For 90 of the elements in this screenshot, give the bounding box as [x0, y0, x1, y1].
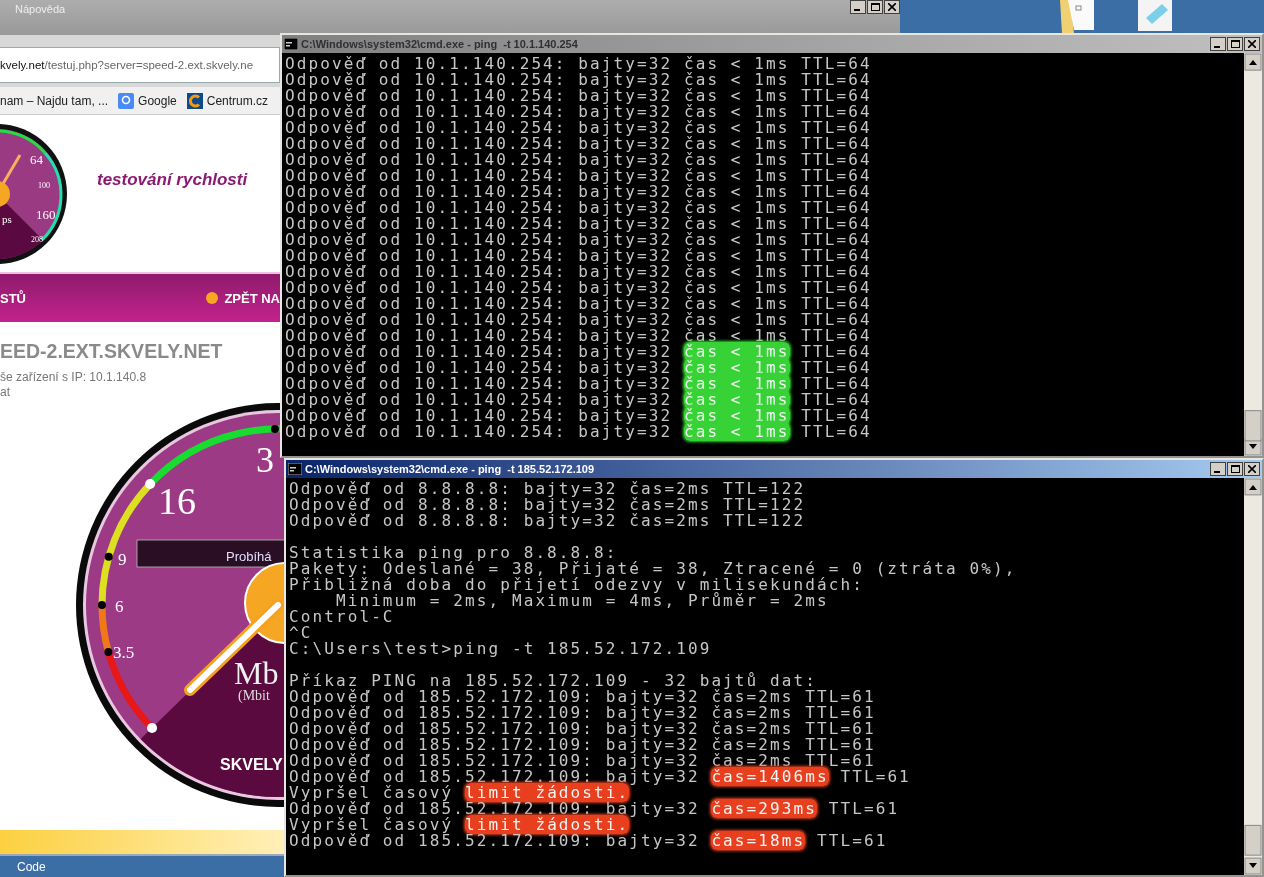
maximize-button[interactable] — [1227, 462, 1243, 476]
status-text: Probíhá — [226, 549, 272, 564]
scale-label: 3.5 — [113, 643, 135, 662]
bookmark-link[interactable]: Google — [138, 93, 177, 108]
maximize-button[interactable] — [1227, 37, 1243, 51]
scale-label: 9 — [118, 550, 127, 569]
console-line: Odpověď od 10.1.140.254: bajty=32 čas < 1ms TTL=64 — [285, 56, 873, 72]
console-line: Odpověď od 10.1.140.254: bajty=32 čas < 1ms TTL=64 — [285, 104, 873, 120]
nav-link[interactable]: STŮ — [0, 290, 26, 306]
info-text: še zařízení s IP: 10.1.140.8 — [0, 370, 148, 385]
bookmark-link[interactable]: nam – Najdu tam, ... — [0, 93, 109, 108]
console-line: Odpověď od 185.52.172.109: bajty=32 čas=293ms TTL=61 — [289, 801, 901, 817]
window-title: C:\Windows\system32\cmd.exe - ping -t 185.52.172.109 — [305, 463, 596, 475]
nav-link[interactable]: ZPĚT NA — [224, 290, 280, 306]
console-line: Odpověď od 185.52.172.109: bajty=32 čas=2ms TTL=61 — [289, 721, 877, 737]
console-line: Odpověď od 10.1.140.254: bajty=32 čas < 1ms TTL=64 — [285, 200, 873, 216]
console-line: Odpověď od 185.52.172.109: bajty=32 čas=2ms TTL=61 — [289, 689, 877, 705]
minimize-button[interactable] — [1210, 462, 1226, 476]
minimize-button[interactable] — [850, 0, 866, 14]
bullet-icon — [206, 292, 219, 304]
console-line: Minimum = 2ms, Maximum = 4ms, Průměr = 2ms — [334, 593, 830, 609]
console-line: Odpověď od 10.1.140.254: bajty=32 čas < 1ms TTL=64 — [285, 184, 873, 200]
google-icon — [118, 92, 135, 109]
console-line: Vypršel časový limit žádosti. — [289, 817, 630, 833]
console-line: Vypršel časový limit žádosti. — [289, 785, 630, 801]
address-field[interactable]: kvely.net/testuj.php?server=speed-2.ext.skvely.ne — [0, 47, 280, 83]
gauge-label: 64 — [30, 152, 43, 167]
console-line: Odpověď od 10.1.140.254: bajty=32 čas < 1ms TTL=64 — [285, 264, 873, 280]
console-line: Odpověď od 8.8.8.8: bajty=32 čas=2ms TTL=122 — [289, 497, 807, 513]
console-line: Odpověď od 10.1.140.254: bajty=32 čas < 1ms TTL=64 — [285, 152, 873, 168]
console-icon — [288, 463, 302, 475]
console-line: Odpověď od 185.52.172.109: bajty=32 čas=2ms TTL=61 — [289, 753, 877, 769]
console-line: Odpověď od 10.1.140.254: bajty=32 čas < 1ms TTL=64 — [285, 120, 873, 136]
close-button[interactable] — [1244, 37, 1260, 51]
console-line: Přibližná doba do přijetí odezvy v milisekundách: — [289, 577, 865, 593]
console-line: Odpověď od 10.1.140.254: bajty=32 čas < 1ms TTL=64 — [285, 216, 873, 232]
gauge-label: 100 — [38, 181, 50, 190]
console-line: Odpověď od 185.52.172.109: bajty=32 čas=18ms TTL=61 — [289, 833, 889, 849]
scrollbar[interactable] — [1244, 53, 1262, 456]
brand-logo: SKVELY — [220, 756, 283, 773]
console-line: ^C — [289, 625, 314, 641]
close-icon — [888, 3, 896, 11]
console-line: Odpověď od 8.8.8.8: bajty=32 čas=2ms TTL=122 — [289, 481, 807, 497]
console-line: Odpověď od 10.1.140.254: bajty=32 čas < 1ms TTL=64 — [285, 232, 873, 248]
console-line: Statistika ping pro 8.8.8.8: — [289, 545, 618, 561]
close-icon — [1248, 40, 1256, 48]
minimize-button[interactable] — [1210, 37, 1226, 51]
console-line: Control-C — [289, 609, 396, 625]
maximize-icon — [1230, 40, 1240, 48]
console-line: Odpověď od 10.1.140.254: bajty=32 čas < 1ms TTL=64 — [285, 168, 873, 184]
console-line: Odpověď od 10.1.140.254: bajty=32 čas < 1ms TTL=64 — [285, 136, 873, 152]
info-text: at — [0, 385, 11, 400]
console-icon — [284, 38, 298, 50]
console-line: Odpověď od 10.1.140.254: bajty=32 čas < 1ms TTL=64 — [285, 248, 873, 264]
console-line: Příkaz PING na 185.52.172.109 - 32 bajtů dat: — [289, 673, 818, 689]
scrollbar[interactable] — [1244, 478, 1262, 875]
console-line: Odpověď od 185.52.172.109: bajty=32 čas=2ms TTL=61 — [289, 705, 877, 721]
close-button[interactable] — [884, 0, 900, 14]
console-line: Odpověď od 185.52.172.109: bajty=32 čas=1406ms TTL=61 — [289, 769, 912, 785]
notepad-icon[interactable] — [1138, 0, 1174, 33]
tagline: testování rychlosti — [97, 170, 248, 190]
maximize-icon — [870, 3, 880, 11]
console-line: Odpověď od 185.52.172.109: bajty=32 čas=2ms TTL=61 — [289, 737, 877, 753]
server-heading: EED-2.EXT.SKVELY.NET — [0, 340, 224, 364]
close-button[interactable] — [1244, 462, 1260, 476]
gauge-label: ps — [2, 213, 12, 225]
scale-label: 6 — [115, 597, 124, 616]
gauge-label: 160 — [36, 207, 56, 222]
window-title: C:\Windows\system32\cmd.exe - ping -t 10.1.140.254 — [301, 38, 579, 50]
console-line: Pakety: Odeslané = 38, Přijaté = 38, Ztracené = 0 (ztráta 0%), — [289, 561, 1018, 577]
console-line: Odpověď od 8.8.8.8: bajty=32 čas=2ms TTL=122 — [289, 513, 807, 529]
gauge-label: 208 — [31, 235, 43, 244]
console-line: C:\Users\test>ping -t 185.52.172.109 — [289, 641, 713, 657]
console-line: Odpověď od 10.1.140.254: bajty=32 čas < 1ms TTL=64 — [285, 424, 873, 440]
bookmark-link[interactable]: Centrum.cz — [206, 93, 269, 108]
console-line: Odpověď od 10.1.140.254: bajty=32 čas < 1ms TTL=64 — [285, 328, 873, 344]
maximize-button[interactable] — [867, 0, 883, 14]
unit-note: (Mbit — [238, 688, 270, 703]
console-line: Odpověď od 10.1.140.254: bajty=32 čas < 1ms TTL=64 — [285, 312, 873, 328]
console-line: Odpověď od 10.1.140.254: bajty=32 čas < 1ms TTL=64 — [285, 280, 873, 296]
console-line: Odpověď od 10.1.140.254: bajty=32 čas < 1ms TTL=64 — [285, 72, 873, 88]
centrum-icon — [186, 92, 203, 109]
console-line: Odpověď od 10.1.140.254: bajty=32 čas < 1ms TTL=64 — [285, 88, 873, 104]
close-icon — [1248, 465, 1256, 473]
scale-label: 16 — [158, 480, 196, 522]
console-line: Odpověď od 10.1.140.254: bajty=32 čas < 1ms TTL=64 — [285, 296, 873, 312]
taskbar-item[interactable]: Code — [17, 859, 46, 874]
maximize-icon — [1230, 465, 1240, 473]
unit-label: Mb — [234, 655, 279, 691]
scale-label: 3 — [256, 440, 274, 480]
